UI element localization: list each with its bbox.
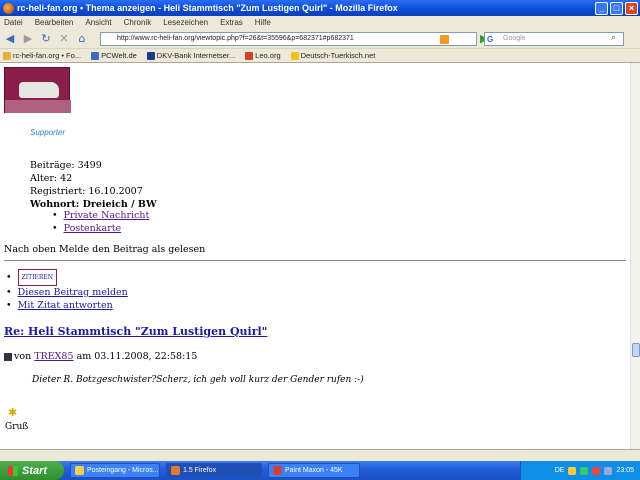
language-indicator[interactable]: DE (555, 467, 565, 474)
search-placeholder: Google (503, 35, 526, 42)
reply-with-quote-link[interactable]: Mit Zitat antworten (18, 299, 113, 312)
stop-icon[interactable]: ✕ (57, 32, 71, 46)
tray-icon[interactable] (580, 466, 589, 475)
post-date: am 03.11.2008, 22:58:15 (76, 351, 198, 362)
reload-icon[interactable]: ↻ (39, 32, 53, 46)
menu-bearbeiten[interactable]: Bearbeiten (35, 18, 74, 27)
user-avatar (4, 67, 71, 113)
scrollbar-thumb[interactable] (632, 343, 640, 357)
post-actions: ZITIEREN Diesen Beitrag melden Mit Zitat… (6, 269, 128, 312)
post-count: Beiträge: 3499 (30, 160, 102, 171)
bookmarks-toolbar: rc-heli-fan.org • Fo... PCWelt.de DKV-Ba… (0, 49, 640, 63)
paint-icon (273, 466, 282, 475)
bookmark-item[interactable]: DKV-Bank Internetser... (146, 51, 235, 60)
search-icon[interactable]: ⌕ (611, 33, 616, 43)
profile-stats: Beiträge: 3499 Alter: 42 Registriert: 16… (30, 159, 157, 211)
navigation-toolbar: ◀ ▶ ↻ ✕ ⌂ http://www.rc-heli-fan.org/vie… (0, 29, 640, 49)
start-label: Start (22, 464, 48, 477)
rss-icon[interactable] (440, 35, 449, 44)
car-image (19, 82, 59, 98)
clock: 23:05 (616, 467, 634, 474)
tray-icon[interactable] (568, 466, 577, 475)
registered-date: Registriert: 16.10.2007 (30, 186, 143, 197)
favicon-icon (245, 51, 254, 60)
page-content: Supporter Beiträge: 3499 Alter: 42 Regis… (0, 63, 630, 449)
menu-datei[interactable]: Datei (4, 18, 23, 27)
author-link[interactable]: TREX85 (34, 351, 73, 362)
firefox-icon (171, 466, 180, 475)
menu-hilfe[interactable]: Hilfe (255, 18, 271, 27)
window-title-bar: rc-heli-fan.org • Thema anzeigen - Heli … (0, 0, 640, 16)
avatar-ground (5, 100, 71, 113)
folder-icon (290, 51, 299, 60)
back-to-top-line[interactable]: Nach oben Melde den Beitrag als gelesen (4, 244, 205, 255)
supporter-label: Supporter (30, 128, 66, 137)
menu-extras[interactable]: Extras (220, 18, 243, 27)
forward-icon[interactable]: ▶ (21, 32, 35, 46)
menu-chronik[interactable]: Chronik (124, 18, 152, 27)
bookmark-item[interactable]: PCWelt.de (91, 51, 137, 60)
user-age: Alter: 42 (30, 173, 73, 184)
post-icon (4, 352, 12, 361)
bookmark-item[interactable]: Deutsch-Tuerkisch.net (290, 51, 375, 60)
divider (4, 260, 626, 261)
post-title[interactable]: Re: Heli Stammtisch "Zum Lustigen Quirl" (4, 325, 267, 338)
taskbar-item[interactable]: 1.5 Firefox (166, 463, 262, 478)
taskbar-item[interactable]: Paint Maxon - 45K (268, 463, 360, 478)
taskbar-item[interactable]: Posteingang - Micros... (70, 463, 160, 478)
profile-links: Private Nachricht Postenkarte (52, 209, 150, 235)
back-icon[interactable]: ◀ (3, 32, 17, 46)
volume-icon[interactable] (604, 466, 613, 475)
post-meta: von TREX85 am 03.11.2008, 22:58:15 (4, 351, 197, 362)
url-field[interactable]: http://www.rc-heli-fan.org/viewtopic.php… (100, 32, 477, 46)
menu-bar: Datei Bearbeiten Ansicht Chronik Lesezei… (0, 16, 640, 29)
private-message-link[interactable]: Private Nachricht (64, 210, 150, 221)
vertical-scrollbar[interactable] (630, 63, 640, 449)
minimize-button[interactable]: _ (595, 1, 608, 15)
tray-icon[interactable] (592, 466, 601, 475)
start-button[interactable]: Start (0, 461, 64, 480)
bookmark-item[interactable]: rc-heli-fan.org • Fo... (3, 51, 81, 60)
by-prefix: von (14, 351, 32, 362)
smiley-icon: ✱ (8, 406, 18, 419)
mail-icon (75, 466, 84, 475)
window-title: rc-heli-fan.org • Thema anzeigen - Heli … (17, 3, 398, 13)
google-icon: G (487, 35, 494, 44)
menu-ansicht[interactable]: Ansicht (85, 18, 111, 27)
maximize-button[interactable]: □ (610, 1, 623, 15)
post-body: Dieter R. Botzgeschwister?Scherz, ich ge… (32, 375, 364, 385)
quote-button[interactable]: ZITIEREN (17, 269, 58, 286)
search-input[interactable]: G Google (484, 32, 624, 46)
bookmark-item[interactable]: Leo.org (245, 51, 281, 60)
close-button[interactable]: × (625, 1, 638, 15)
status-bar (0, 449, 640, 461)
greeting: Gruß (5, 422, 29, 432)
windows-logo-icon (8, 465, 18, 476)
system-tray: DE 23:05 (520, 461, 640, 480)
menu-lesezeichen[interactable]: Lesezeichen (163, 18, 208, 27)
favicon-icon (91, 51, 100, 60)
favicon-icon (3, 51, 11, 60)
supporter-badge: Supporter (30, 128, 94, 142)
taskbar: Start Posteingang - Micros... 1.5 Firefo… (0, 461, 640, 480)
report-post-link[interactable]: Diesen Beitrag melden (18, 286, 128, 299)
favicon-icon (146, 51, 155, 60)
postcard-link[interactable]: Postenkarte (64, 223, 122, 234)
home-icon[interactable]: ⌂ (75, 32, 89, 46)
firefox-icon (3, 2, 14, 14)
